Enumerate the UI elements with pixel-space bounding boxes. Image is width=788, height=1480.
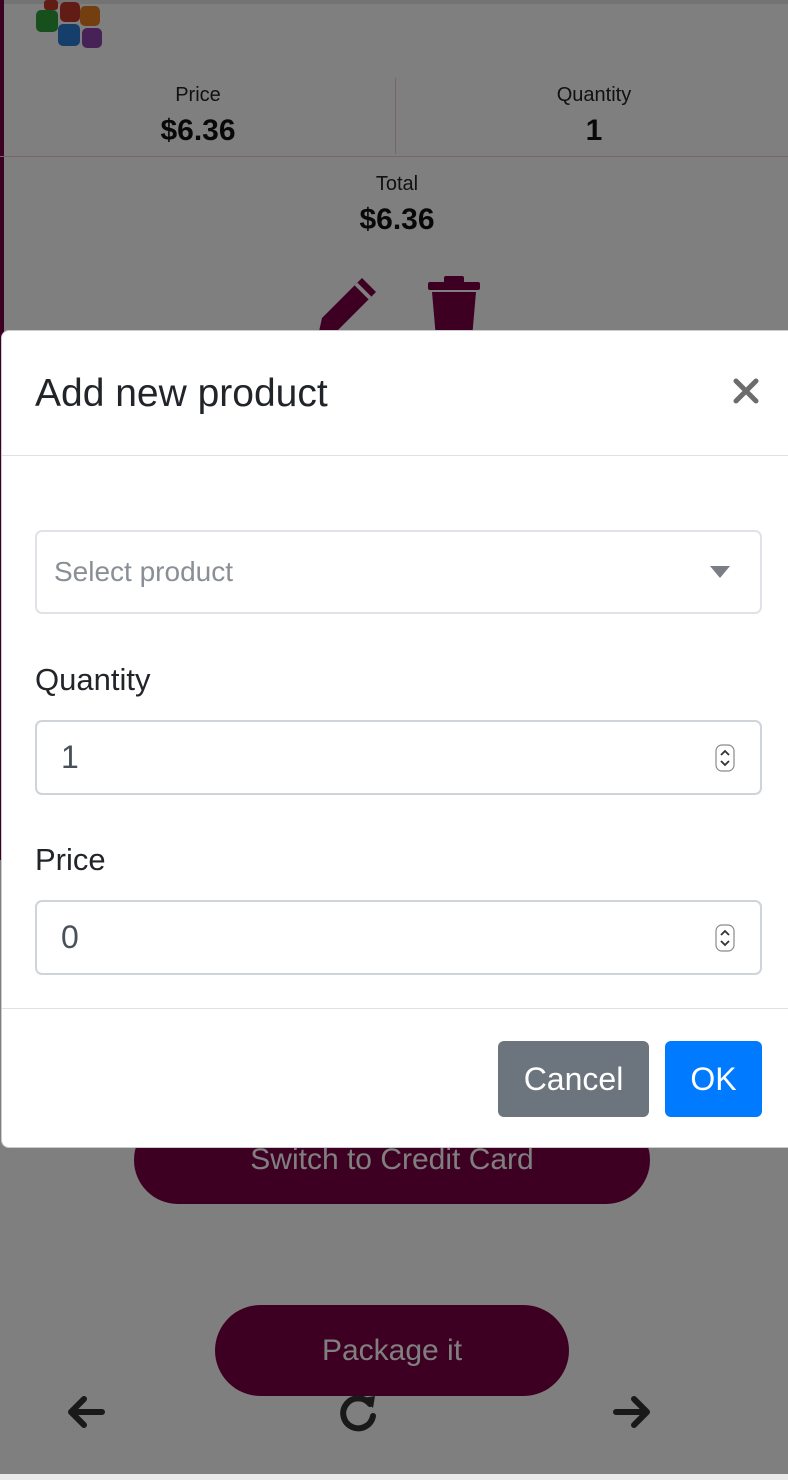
quantity-input[interactable]: 1 <box>35 720 762 795</box>
bottom-strip <box>0 1474 788 1480</box>
quantity-input-value: 1 <box>61 739 79 775</box>
add-product-dialog: Add new product Select product Quantity … <box>1 330 788 1148</box>
price-field-label: Price <box>35 842 106 877</box>
price-stepper[interactable] <box>715 924 735 952</box>
dialog-footer-divider <box>2 1008 788 1009</box>
product-select[interactable]: Select product <box>35 530 762 614</box>
chevron-down-icon <box>710 566 730 578</box>
dialog-title: Add new product <box>35 372 328 415</box>
quantity-stepper[interactable] <box>715 744 735 772</box>
quantity-field-label: Quantity <box>35 662 151 697</box>
close-icon <box>733 378 759 404</box>
price-input[interactable]: 0 <box>35 900 762 975</box>
cancel-button[interactable]: Cancel <box>498 1041 649 1117</box>
close-button[interactable] <box>728 373 764 409</box>
ok-button[interactable]: OK <box>665 1041 762 1117</box>
dialog-header: Add new product <box>2 331 788 456</box>
price-input-value: 0 <box>61 919 79 955</box>
product-select-placeholder: Select product <box>54 556 233 587</box>
